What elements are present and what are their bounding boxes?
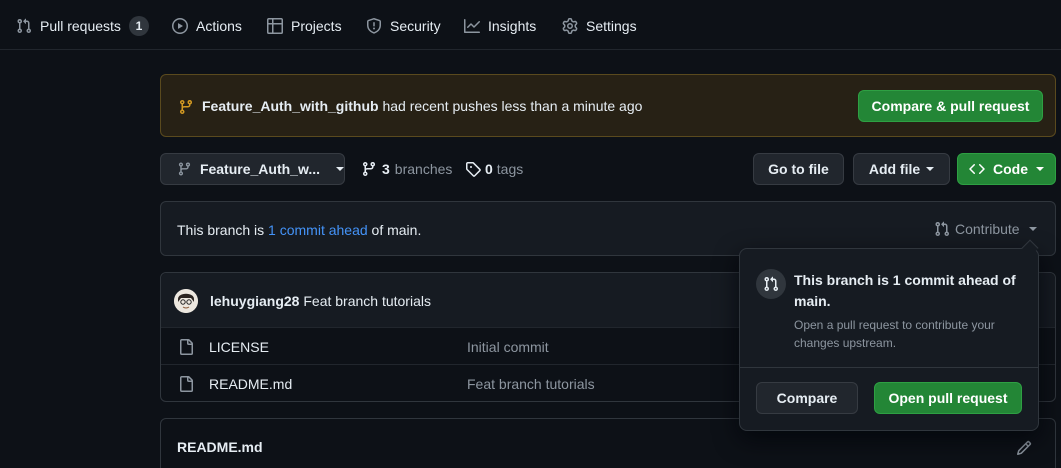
pull-requests-count-badge: 1 [128, 16, 149, 36]
readme-title[interactable]: README.md [177, 439, 263, 455]
add-file-label: Add file [868, 161, 921, 177]
tag-icon [466, 162, 481, 177]
contribute-label: Contribute [955, 221, 1020, 237]
branch-status-suffix: of main. [371, 222, 422, 238]
repo-nav: Pull requests 1 Actions Projects Securit… [0, 0, 1061, 50]
tags-count: 0 [485, 161, 493, 177]
banner-text: Feature_Auth_with_github had recent push… [202, 98, 642, 114]
gear-icon [562, 18, 578, 34]
file-name-link[interactable]: LICENSE [209, 339, 269, 355]
pull-request-icon [17, 18, 32, 34]
banner-branch-name: Feature_Auth_with_github [202, 98, 379, 114]
code-label: Code [993, 161, 1028, 177]
code-icon [969, 163, 985, 175]
avatar[interactable] [174, 289, 198, 313]
banner-message: had recent pushes less than a minute ago [382, 98, 643, 114]
tags-label: tags [496, 161, 524, 177]
go-to-file-label: Go to file [768, 161, 829, 177]
file-icon [180, 376, 193, 392]
compare-pull-request-label: Compare & pull request [871, 98, 1030, 114]
contribute-button[interactable]: Contribute [934, 221, 1037, 237]
tab-projects-label: Projects [291, 18, 342, 34]
tab-projects[interactable]: Projects [267, 15, 342, 37]
file-name-link[interactable]: README.md [209, 376, 292, 392]
tab-pull-requests-label: Pull requests [40, 18, 121, 34]
branch-status-text: This branch is 1 commit ahead of main. [177, 222, 421, 238]
file-commit-message[interactable]: Feat branch tutorials [467, 376, 595, 392]
branches-count: 3 [382, 161, 390, 177]
branch-icon [179, 100, 192, 115]
chevron-down-icon [336, 167, 344, 171]
play-icon [172, 18, 188, 34]
branch-select-label: Feature_Auth_w... [199, 161, 320, 177]
commit-author-link[interactable]: lehuygiang28 [210, 293, 299, 309]
branches-link[interactable]: 3 branches [361, 160, 452, 178]
compare-label: Compare [776, 390, 838, 406]
branch-select-button[interactable]: Feature_Auth_w... [160, 153, 345, 185]
branch-status-prefix: This branch is [177, 222, 265, 238]
chevron-down-icon [926, 167, 935, 171]
table-icon [267, 18, 283, 34]
tags-link[interactable]: 0 tags [465, 160, 523, 178]
code-button[interactable]: Code [957, 153, 1056, 185]
popover-icon-circle [756, 269, 786, 299]
tab-pull-requests[interactable]: Pull requests 1 [16, 15, 149, 37]
compare-pull-request-button[interactable]: Compare & pull request [858, 90, 1043, 122]
file-icon [180, 339, 193, 355]
branch-icon [178, 162, 191, 176]
chevron-down-icon [1036, 167, 1044, 171]
tab-security[interactable]: Security [366, 15, 441, 37]
commit-message-link[interactable]: Feat branch tutorials [303, 293, 431, 309]
pull-request-icon [764, 276, 779, 292]
tab-actions-label: Actions [196, 18, 242, 34]
popover-divider [740, 367, 1038, 368]
chevron-down-icon [1028, 227, 1037, 231]
pencil-icon[interactable] [1016, 440, 1032, 456]
shield-icon [367, 18, 381, 34]
avatar-image [174, 289, 198, 313]
tab-security-label: Security [390, 18, 441, 34]
recent-push-banner: Feature_Auth_with_github had recent push… [160, 74, 1056, 137]
tab-settings-label: Settings [586, 18, 637, 34]
popover-description: Open a pull request to contribute your c… [794, 318, 995, 350]
file-commit-message[interactable]: Initial commit [467, 339, 549, 355]
compare-button[interactable]: Compare [756, 382, 858, 414]
popover-title: This branch is 1 commit ahead of main. [794, 272, 1016, 309]
tab-actions[interactable]: Actions [172, 15, 242, 37]
open-pull-request-button[interactable]: Open pull request [874, 382, 1022, 414]
commits-ahead-link[interactable]: 1 commit ahead [268, 222, 368, 238]
branch-icon [362, 162, 375, 177]
pull-request-icon [935, 221, 950, 237]
contribute-popover: This branch is 1 commit ahead of main. O… [739, 248, 1039, 431]
tab-insights-label: Insights [488, 18, 537, 34]
open-pull-request-label: Open pull request [888, 390, 1008, 406]
add-file-button[interactable]: Add file [853, 153, 950, 185]
tab-settings[interactable]: Settings [562, 15, 637, 37]
latest-commit-text: lehuygiang28 Feat branch tutorials [210, 293, 431, 309]
go-to-file-button[interactable]: Go to file [753, 153, 844, 185]
branches-label: branches [394, 161, 453, 177]
graph-icon [464, 19, 480, 33]
tab-insights[interactable]: Insights [464, 15, 536, 37]
